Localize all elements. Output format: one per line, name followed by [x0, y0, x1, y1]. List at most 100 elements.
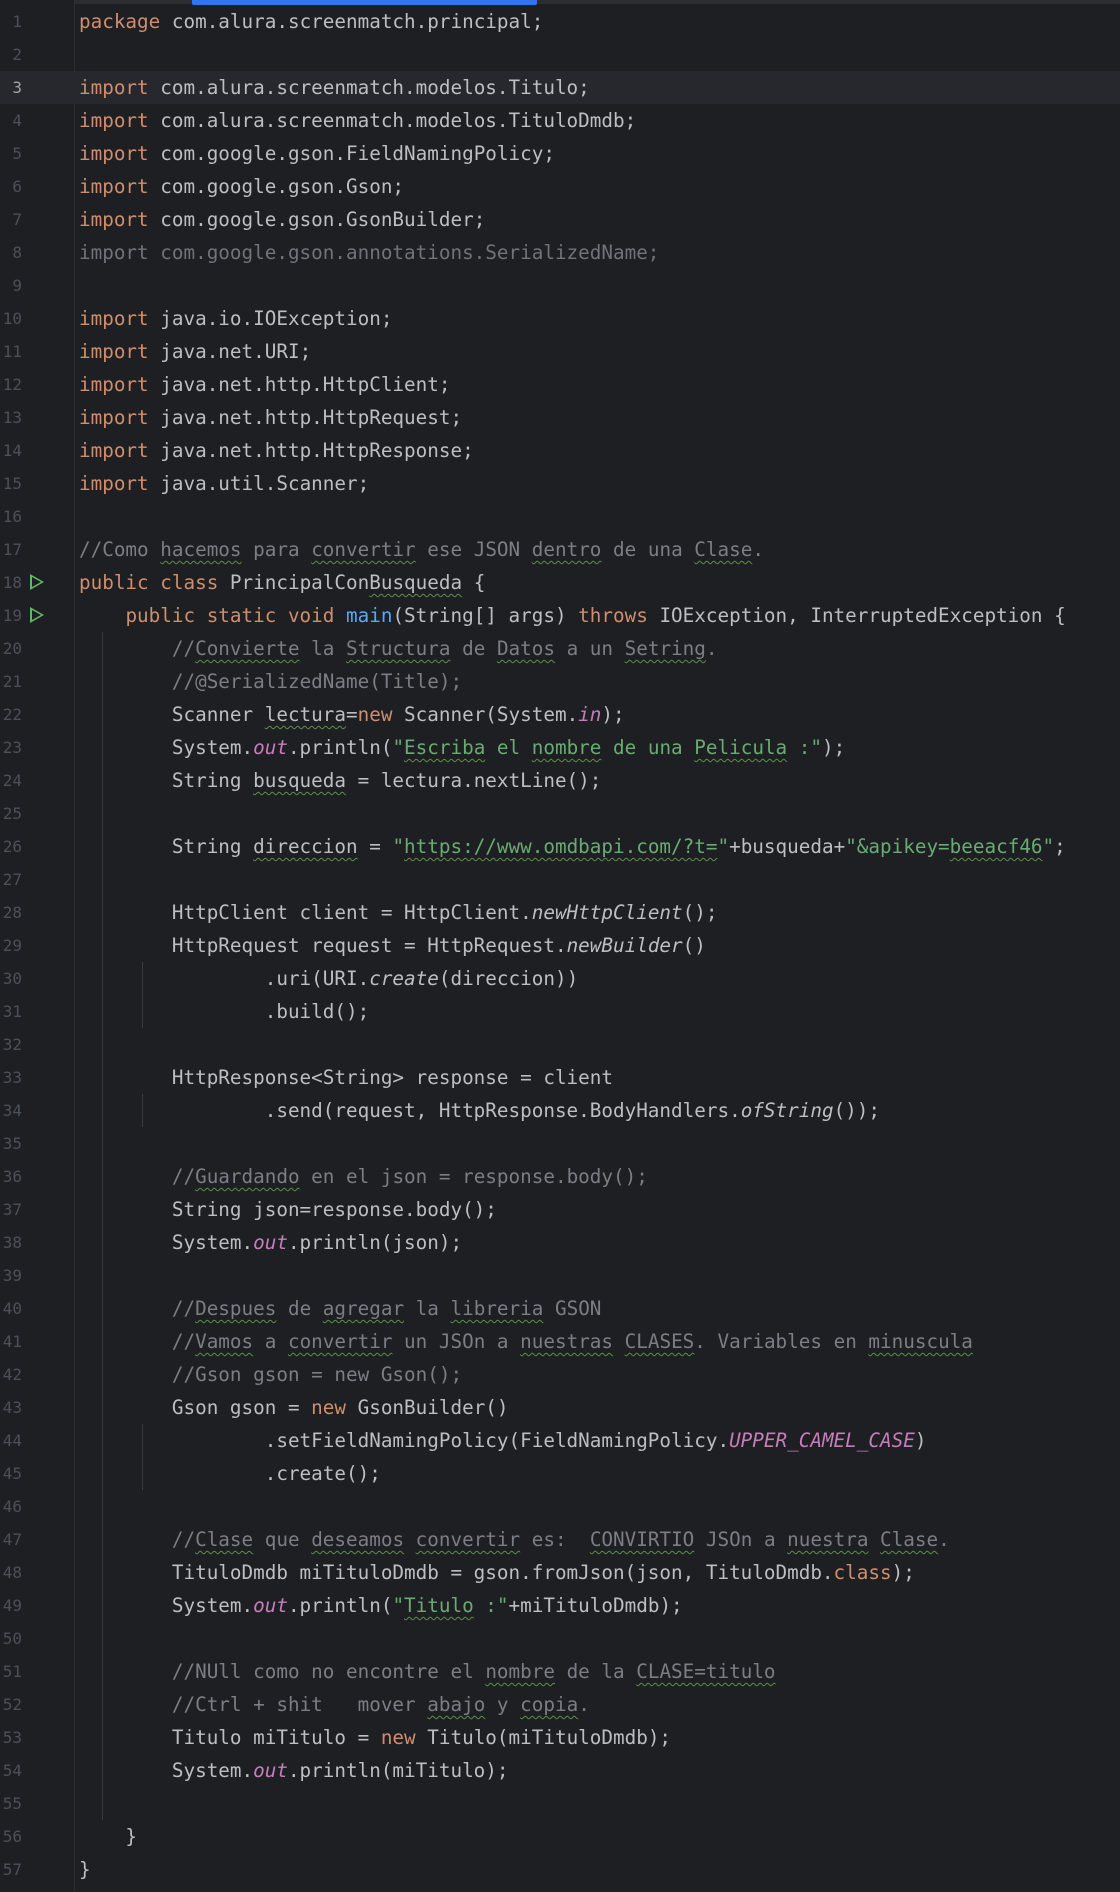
code-line[interactable]: 53 Titulo miTitulo = new Titulo(miTitulo… — [0, 1721, 1120, 1754]
line-number[interactable]: 56 — [0, 1820, 22, 1853]
line-number[interactable]: 29 — [0, 929, 22, 962]
line-number[interactable]: 15 — [0, 467, 22, 500]
code-line[interactable]: 19 public static void main(String[] args… — [0, 599, 1120, 632]
code-line[interactable]: 48 TituloDmdb miTituloDmdb = gson.fromJs… — [0, 1556, 1120, 1589]
code-line[interactable]: 29 HttpRequest request = HttpRequest.new… — [0, 929, 1120, 962]
line-number[interactable]: 18 — [0, 566, 22, 599]
code-line[interactable]: 16 — [0, 500, 1120, 533]
code-line[interactable]: 40 //Despues de agregar la libreria GSON — [0, 1292, 1120, 1325]
line-number[interactable]: 5 — [0, 137, 22, 170]
line-number[interactable]: 30 — [0, 962, 22, 995]
line-number[interactable]: 45 — [0, 1457, 22, 1490]
line-number[interactable]: 53 — [0, 1721, 22, 1754]
line-number[interactable]: 19 — [0, 599, 22, 632]
code-line[interactable]: 57} — [0, 1853, 1120, 1886]
line-number[interactable]: 37 — [0, 1193, 22, 1226]
line-number[interactable]: 10 — [0, 302, 22, 335]
code-line[interactable]: 51 //NUll como no encontre el nombre de … — [0, 1655, 1120, 1688]
line-number[interactable]: 8 — [0, 236, 22, 269]
line-number[interactable]: 6 — [0, 170, 22, 203]
line-number[interactable]: 11 — [0, 335, 22, 368]
code-line[interactable]: 50 — [0, 1622, 1120, 1655]
line-number[interactable]: 42 — [0, 1358, 22, 1391]
line-number[interactable]: 3 — [0, 71, 22, 104]
code-line[interactable]: 44 .setFieldNamingPolicy(FieldNamingPoli… — [0, 1424, 1120, 1457]
line-number[interactable]: 41 — [0, 1325, 22, 1358]
code-line[interactable]: 11 import java.net.URI; — [0, 335, 1120, 368]
line-number[interactable]: 16 — [0, 500, 22, 533]
line-number[interactable]: 23 — [0, 731, 22, 764]
line-number[interactable]: 32 — [0, 1028, 22, 1061]
line-number[interactable]: 47 — [0, 1523, 22, 1556]
code-line[interactable]: 10 import java.io.IOException; — [0, 302, 1120, 335]
code-line[interactable]: 23 System.out.println("Escriba el nombre… — [0, 731, 1120, 764]
line-number[interactable]: 33 — [0, 1061, 22, 1094]
line-number[interactable]: 12 — [0, 368, 22, 401]
code-editor[interactable]: 1 package com.alura.screenmatch.principal… — [0, 0, 1120, 1892]
run-gutter-icon[interactable] — [30, 607, 44, 623]
line-number[interactable]: 57 — [0, 1853, 22, 1886]
code-line[interactable]: 49 System.out.println("Titulo :"+miTitul… — [0, 1589, 1120, 1622]
code-line[interactable]: 55 — [0, 1787, 1120, 1820]
code-line[interactable]: 18 public class PrincipalConBusqueda { — [0, 566, 1120, 599]
code-line[interactable]: 13 import java.net.http.HttpRequest; — [0, 401, 1120, 434]
code-line[interactable]: 1 package com.alura.screenmatch.principal… — [0, 5, 1120, 38]
code-line[interactable]: 24 String busqueda = lectura.nextLine(); — [0, 764, 1120, 797]
code-line[interactable]: 17 //Como hacemos para convertir ese JSON… — [0, 533, 1120, 566]
line-number[interactable]: 7 — [0, 203, 22, 236]
line-number[interactable]: 46 — [0, 1490, 22, 1523]
code-line[interactable]: 37 String json=response.body(); — [0, 1193, 1120, 1226]
code-line[interactable]: 25 — [0, 797, 1120, 830]
line-number[interactable]: 50 — [0, 1622, 22, 1655]
code-line[interactable]: 47 //Clase que deseamos convertir es: CO… — [0, 1523, 1120, 1556]
line-number[interactable]: 22 — [0, 698, 22, 731]
line-number[interactable]: 51 — [0, 1655, 22, 1688]
code-line[interactable]: 7 import com.google.gson.GsonBuilder; — [0, 203, 1120, 236]
line-number[interactable]: 40 — [0, 1292, 22, 1325]
line-number[interactable]: 44 — [0, 1424, 22, 1457]
code-line[interactable]: 42 //Gson gson = new Gson(); — [0, 1358, 1120, 1391]
line-number[interactable]: 20 — [0, 632, 22, 665]
code-line[interactable]: 2 — [0, 38, 1120, 71]
line-number[interactable]: 25 — [0, 797, 22, 830]
code-line[interactable]: 31 .build(); — [0, 995, 1120, 1028]
code-line[interactable]: 14 import java.net.http.HttpResponse; — [0, 434, 1120, 467]
code-line[interactable]: 43 Gson gson = new GsonBuilder() — [0, 1391, 1120, 1424]
code-line[interactable]: 32 — [0, 1028, 1120, 1061]
line-number[interactable]: 14 — [0, 434, 22, 467]
code-line[interactable]: 38 System.out.println(json); — [0, 1226, 1120, 1259]
code-line[interactable]: 22 Scanner lectura=new Scanner(System.in… — [0, 698, 1120, 731]
line-number[interactable]: 38 — [0, 1226, 22, 1259]
code-line[interactable]: 39 — [0, 1259, 1120, 1292]
line-number[interactable]: 28 — [0, 896, 22, 929]
line-number[interactable]: 1 — [0, 5, 22, 38]
line-number[interactable]: 17 — [0, 533, 22, 566]
line-number[interactable]: 9 — [0, 269, 22, 302]
line-number[interactable]: 52 — [0, 1688, 22, 1721]
line-number[interactable]: 2 — [0, 38, 22, 71]
code-line[interactable]: 26 String direccion = "https://www.omdba… — [0, 830, 1120, 863]
code-line[interactable]: 21 //@SerializedName(Title); — [0, 665, 1120, 698]
code-line[interactable]: 33 HttpResponse<String> response = clien… — [0, 1061, 1120, 1094]
line-number[interactable]: 27 — [0, 863, 22, 896]
code-line[interactable]: 5 import com.google.gson.FieldNamingPolic… — [0, 137, 1120, 170]
code-line[interactable]: 9 — [0, 269, 1120, 302]
line-number[interactable]: 35 — [0, 1127, 22, 1160]
code-line[interactable]: 30 .uri(URI.create(direccion)) — [0, 962, 1120, 995]
code-line[interactable]: 54 System.out.println(miTitulo); — [0, 1754, 1120, 1787]
code-line[interactable]: 45 .create(); — [0, 1457, 1120, 1490]
code-line[interactable]: 20 //Convierte la Structura de Datos a u… — [0, 632, 1120, 665]
code-line[interactable]: 36 //Guardando en el json = response.bod… — [0, 1160, 1120, 1193]
code-line[interactable]: 27 — [0, 863, 1120, 896]
line-number[interactable]: 26 — [0, 830, 22, 863]
line-number[interactable]: 54 — [0, 1754, 22, 1787]
code-line[interactable]: 52 //Ctrl + shit mover abajo y copia. — [0, 1688, 1120, 1721]
line-number[interactable]: 21 — [0, 665, 22, 698]
code-line[interactable]: 28 HttpClient client = HttpClient.newHtt… — [0, 896, 1120, 929]
code-line[interactable]: 12 import java.net.http.HttpClient; — [0, 368, 1120, 401]
line-number[interactable]: 4 — [0, 104, 22, 137]
line-number[interactable]: 24 — [0, 764, 22, 797]
code-line[interactable]: 6 import com.google.gson.Gson; — [0, 170, 1120, 203]
code-line[interactable]: 3 import com.alura.screenmatch.modelos.Ti… — [0, 71, 1120, 104]
code-line[interactable]: 4 import com.alura.screenmatch.modelos.Ti… — [0, 104, 1120, 137]
